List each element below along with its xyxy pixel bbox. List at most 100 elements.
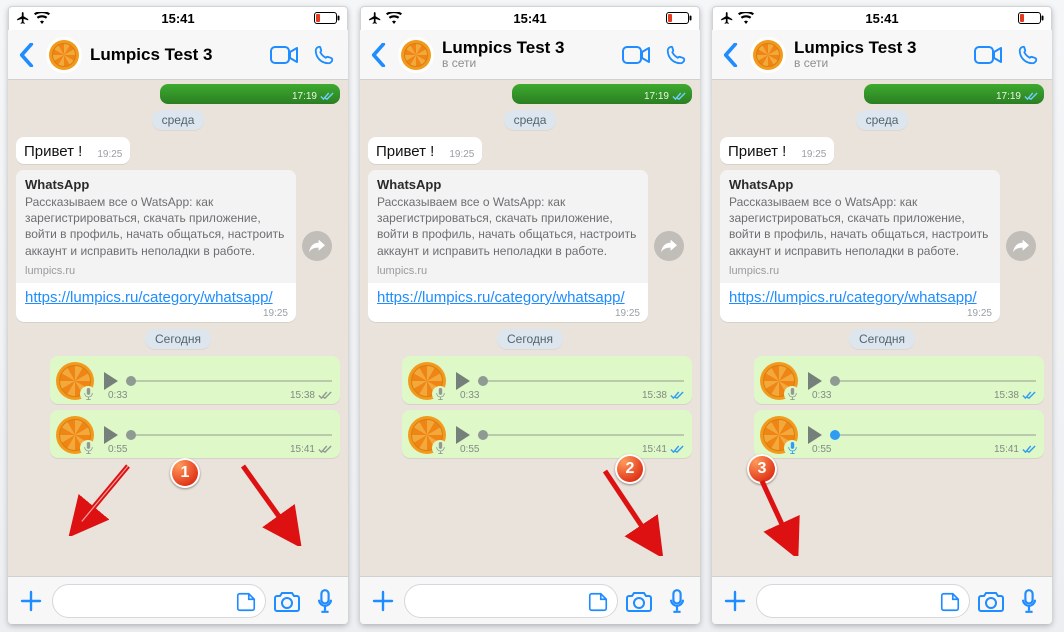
link-url[interactable]: https://lumpics.ru/category/whatsapp/19:… (720, 283, 1000, 322)
read-ticks-icon (1024, 92, 1038, 101)
video-call-button[interactable] (618, 33, 654, 77)
play-icon[interactable] (104, 426, 118, 444)
voice-progress-track[interactable] (126, 425, 332, 445)
attach-button[interactable] (366, 581, 400, 621)
voice-duration: 0:33 (108, 390, 127, 401)
message-input[interactable] (404, 584, 618, 618)
outgoing-voice-message-2[interactable]: 0:55 15:41 (50, 410, 340, 458)
voice-record-button[interactable] (308, 581, 342, 621)
voice-record-button[interactable] (1012, 581, 1046, 621)
contact-status: в сети (442, 57, 614, 71)
date-separator: среда (504, 110, 557, 130)
contact-avatar[interactable] (398, 37, 434, 73)
orange-icon (401, 40, 431, 70)
chat-body[interactable]: 17:19 среда Привет ! 19:25 WhatsApp Расс… (360, 80, 700, 576)
incoming-link-message[interactable]: WhatsApp Рассказываем все о WatsApp: как… (16, 170, 296, 322)
voice-call-button[interactable] (658, 33, 694, 77)
voice-time: 15:41 (642, 444, 667, 455)
attach-button[interactable] (14, 581, 48, 621)
incoming-text-message[interactable]: Привет ! 19:25 (16, 137, 130, 164)
play-icon[interactable] (104, 372, 118, 390)
voice-duration: 0:33 (460, 390, 479, 401)
read-ticks-icon (672, 92, 686, 101)
chat-body[interactable]: 17:19 среда Привет ! 19:25 WhatsApp Расс… (712, 80, 1052, 576)
voice-progress-track[interactable] (478, 425, 684, 445)
contact-avatar[interactable] (46, 37, 82, 73)
incoming-text-message[interactable]: Привет ! 19:25 (720, 137, 834, 164)
outgoing-voice-message-1[interactable]: 0:33 15:38 (402, 356, 692, 404)
sticker-button[interactable] (939, 591, 961, 618)
forward-button[interactable] (1006, 231, 1036, 261)
attach-button[interactable] (718, 581, 752, 621)
message-time: 19:25 (801, 149, 826, 160)
incoming-link-message[interactable]: WhatsApp Рассказываем все о WatsApp: как… (368, 170, 648, 322)
chat-body[interactable]: 17:19 среда Привет ! 19:25 WhatsApp Расс… (8, 80, 348, 576)
voice-duration: 0:55 (460, 444, 479, 455)
play-icon[interactable] (456, 372, 470, 390)
mic-sent-icon (432, 440, 448, 456)
link-url[interactable]: https://lumpics.ru/category/whatsapp/19:… (16, 283, 296, 322)
chat-header: Lumpics Test 3 в сети (360, 30, 700, 80)
voice-progress-track[interactable] (478, 371, 684, 391)
camera-button[interactable] (622, 581, 656, 621)
read-ticks-icon (670, 391, 684, 400)
read-ticks-icon (320, 92, 334, 101)
camera-button[interactable] (270, 581, 304, 621)
outgoing-image-message[interactable]: 17:19 (864, 84, 1044, 104)
contact-name: Lumpics Test 3 (442, 38, 614, 58)
contact-title-block[interactable]: Lumpics Test 3 в сети (794, 38, 966, 71)
sticker-button[interactable] (235, 591, 257, 618)
back-button[interactable] (714, 33, 746, 77)
back-button[interactable] (10, 33, 42, 77)
voice-record-button[interactable] (660, 581, 694, 621)
outgoing-voice-message-1[interactable]: 0:33 15:38 (50, 356, 340, 404)
contact-title-block[interactable]: Lumpics Test 3 в сети (442, 38, 614, 71)
camera-button[interactable] (974, 581, 1008, 621)
voice-sender-avatar (56, 362, 94, 400)
voice-call-button[interactable] (1010, 33, 1046, 77)
contact-avatar[interactable] (750, 37, 786, 73)
voice-call-button[interactable] (306, 33, 342, 77)
outgoing-voice-message-1[interactable]: 0:33 15:38 (754, 356, 1044, 404)
forward-button[interactable] (654, 231, 684, 261)
voice-progress-track[interactable] (830, 371, 1036, 391)
video-call-button[interactable] (970, 33, 1006, 77)
play-icon[interactable] (808, 372, 822, 390)
status-time: 15:41 (8, 11, 348, 26)
voice-duration: 0:55 (812, 444, 831, 455)
contact-status: в сети (794, 57, 966, 71)
date-separator: среда (152, 110, 205, 130)
message-input[interactable] (52, 584, 266, 618)
date-separator: среда (856, 110, 909, 130)
link-url[interactable]: https://lumpics.ru/category/whatsapp/19:… (368, 283, 648, 322)
back-button[interactable] (362, 33, 394, 77)
message-input-bar (712, 576, 1052, 624)
phone-screenshot-1: 15:41 Lumpics Test 3 17:19 среда Привет … (8, 6, 348, 624)
forward-button[interactable] (302, 231, 332, 261)
orange-icon (49, 40, 79, 70)
link-preview-domain: lumpics.ru (377, 265, 639, 277)
message-input[interactable] (756, 584, 970, 618)
outgoing-voice-message-2[interactable]: 0:55 15:41 (402, 410, 692, 458)
outgoing-image-message[interactable]: 17:19 (160, 84, 340, 104)
outgoing-image-message[interactable]: 17:19 (512, 84, 692, 104)
contact-title-block[interactable]: Lumpics Test 3 (90, 45, 262, 65)
status-time: 15:41 (712, 11, 1052, 26)
video-call-button[interactable] (266, 33, 302, 77)
incoming-link-message[interactable]: WhatsApp Рассказываем все о WatsApp: как… (720, 170, 1000, 322)
voice-progress-track[interactable] (830, 425, 1036, 445)
play-icon[interactable] (808, 426, 822, 444)
play-icon[interactable] (456, 426, 470, 444)
delivered-ticks-icon (318, 391, 332, 400)
voice-time: 15:38 (642, 390, 667, 401)
link-preview-description: Рассказываем все о WatsApp: как зарегист… (729, 194, 991, 259)
sticker-button[interactable] (587, 591, 609, 618)
contact-name: Lumpics Test 3 (90, 45, 262, 65)
voice-progress-track[interactable] (126, 371, 332, 391)
ios-status-bar: 15:41 (712, 6, 1052, 30)
date-separator: Сегодня (145, 329, 211, 349)
incoming-text-message[interactable]: Привет ! 19:25 (368, 137, 482, 164)
delivered-ticks-icon (318, 445, 332, 454)
outgoing-voice-message-2[interactable]: 0:55 15:41 (754, 410, 1044, 458)
message-input-bar (360, 576, 700, 624)
